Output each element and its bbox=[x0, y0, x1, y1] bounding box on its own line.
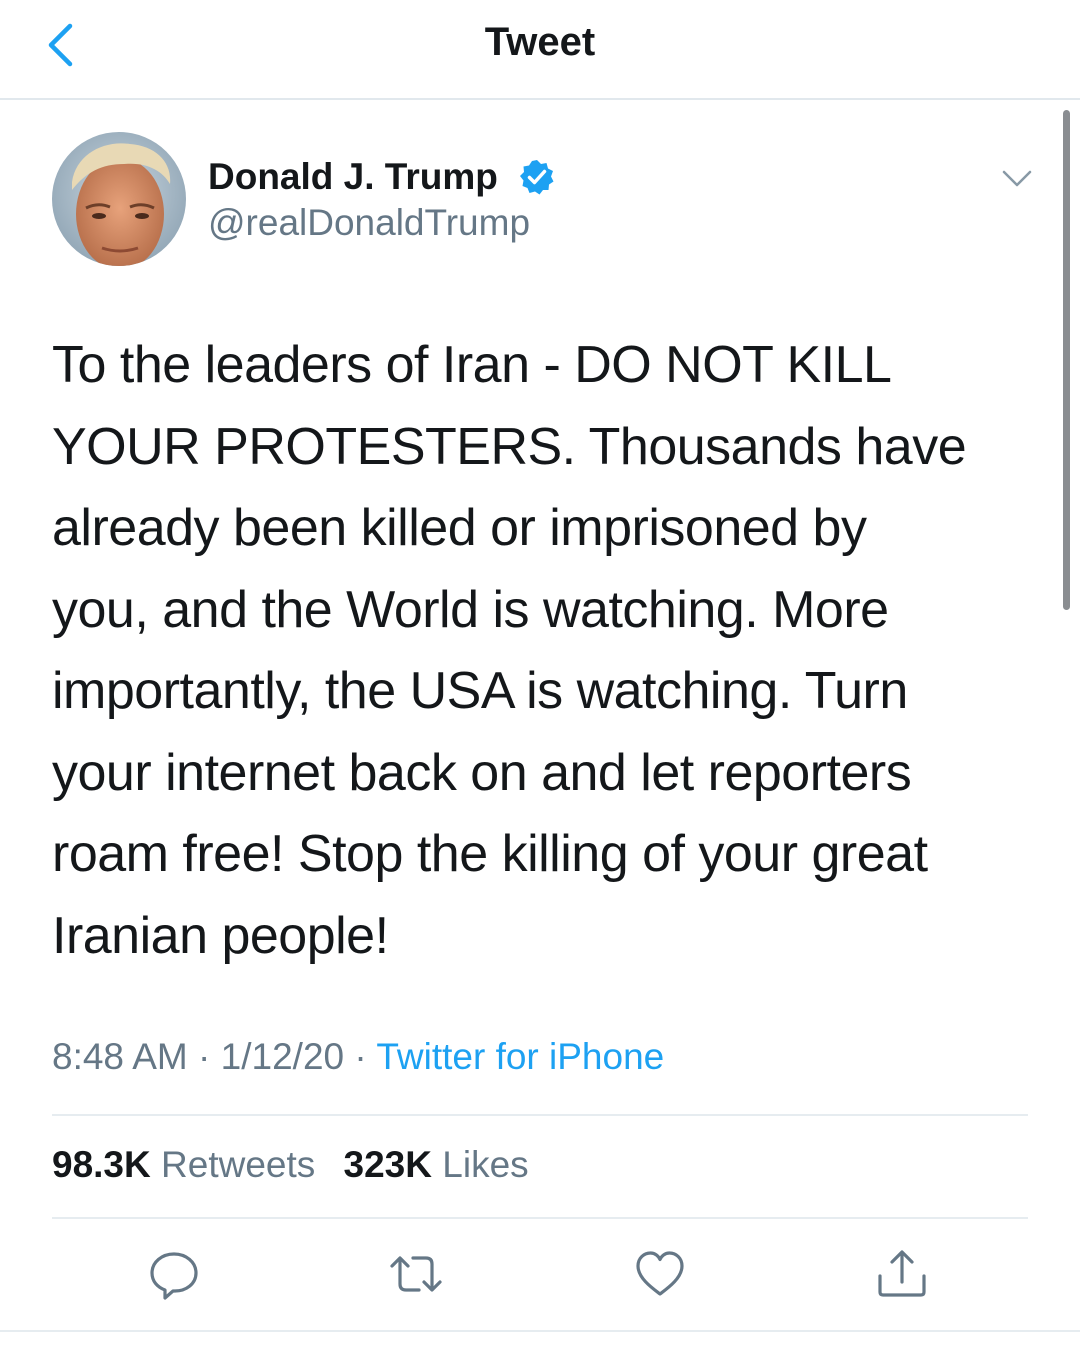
tweet-line: your internet back on and let reporters bbox=[52, 743, 912, 802]
tweet-line: roam free! Stop the killing of your grea… bbox=[52, 825, 928, 883]
divider bbox=[52, 1114, 1028, 1116]
retweets-label: Retweets bbox=[161, 1144, 316, 1185]
avatar[interactable] bbox=[52, 132, 186, 266]
tweet-line: you, and the World is watching. More bbox=[52, 580, 889, 639]
chevron-down-icon bbox=[1002, 170, 1032, 187]
tweet-line: Iranian people! bbox=[52, 906, 389, 965]
more-options-button[interactable] bbox=[1000, 164, 1034, 194]
divider bbox=[0, 1330, 1080, 1332]
retweet-icon bbox=[390, 1256, 442, 1292]
verified-badge-icon bbox=[520, 160, 554, 195]
likes-label: Likes bbox=[442, 1144, 529, 1185]
retweets-stat[interactable]: 98.3K Retweets bbox=[52, 1144, 315, 1185]
share-icon bbox=[878, 1250, 926, 1297]
divider bbox=[52, 1217, 1028, 1219]
reply-button[interactable] bbox=[146, 1246, 202, 1302]
header-bar: Tweet bbox=[0, 0, 1080, 100]
tweet-date: 1/12/20 bbox=[220, 1036, 345, 1077]
meta-separator: · bbox=[187, 1036, 221, 1077]
retweet-button[interactable] bbox=[388, 1246, 444, 1302]
tweet-line: YOUR PROTESTERS. Thousands have bbox=[52, 417, 967, 476]
meta-separator: · bbox=[344, 1036, 377, 1077]
tweet-line: To the leaders of Iran - DO NOT KILL bbox=[52, 336, 892, 394]
tweet-source-link[interactable]: Twitter for iPhone bbox=[376, 1036, 664, 1077]
heart-icon bbox=[636, 1251, 684, 1296]
likes-stat[interactable]: 323K Likes bbox=[344, 1144, 529, 1185]
tweet-time: 8:48 AM bbox=[52, 1036, 188, 1077]
tweet-text: To the leaders of Iran - DO NOT KILL YOU… bbox=[52, 325, 1037, 977]
like-button[interactable] bbox=[632, 1246, 688, 1302]
tweet-meta: 8:48 AM · 1/12/20 · Twitter for iPhone bbox=[52, 1036, 664, 1078]
retweets-count: 98.3K bbox=[52, 1144, 151, 1185]
tweet-line: importantly, the USA is watching. Turn bbox=[52, 662, 908, 720]
page-title: Tweet bbox=[484, 20, 596, 64]
scrollbar[interactable] bbox=[1063, 110, 1070, 610]
share-button[interactable] bbox=[874, 1246, 930, 1302]
engagement-stats: 98.3K Retweets 323K Likes bbox=[52, 1144, 547, 1186]
author-handle[interactable]: @realDonaldTrump bbox=[208, 202, 530, 244]
reply-icon bbox=[150, 1252, 198, 1300]
tweet-line: already been killed or imprisoned by bbox=[52, 499, 867, 557]
author-name[interactable]: Donald J. Trump bbox=[208, 156, 498, 198]
likes-count: 323K bbox=[343, 1144, 432, 1185]
